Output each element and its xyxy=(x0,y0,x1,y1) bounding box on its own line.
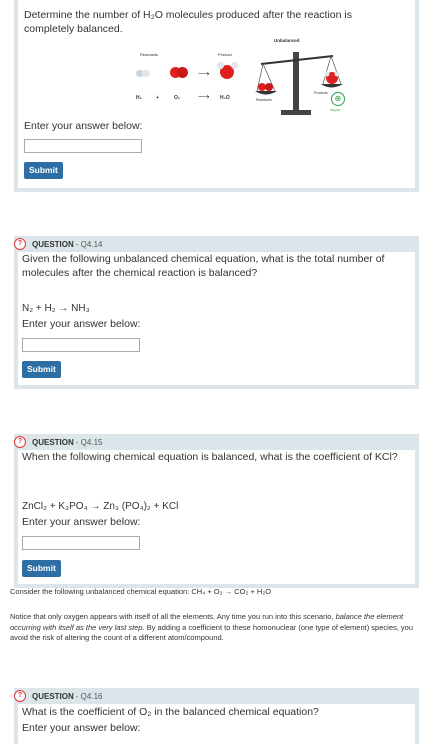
question-title: QUESTION xyxy=(32,691,74,701)
h2-molecule-icon xyxy=(142,70,150,77)
o2-molecule-icon xyxy=(177,67,188,78)
answer-prompt: Enter your answer below: xyxy=(22,722,141,734)
formula-plus: + xyxy=(156,95,159,101)
chemical-equation: ZnCl₂ + K₃PO₄ → Zn₃ (PO₄)₂ + KCl xyxy=(22,501,179,512)
question-number: - Q4.16 xyxy=(75,691,103,701)
formula-h2: H₂ xyxy=(136,95,142,101)
formula-h2o: H₂O xyxy=(220,95,230,101)
submit-button[interactable]: Submit xyxy=(22,560,61,577)
reaction-figure: Reactants Product ⟶ H₂ + O₂ ⟶ H₂O Unbala… xyxy=(118,38,358,148)
note-text: Notice that only oxygen appears with its… xyxy=(10,612,336,621)
note-paragraph: Notice that only oxygen appears with its… xyxy=(10,612,415,644)
answer-input[interactable] xyxy=(24,139,142,153)
question-text: Determine the number of H₂O molecules pr… xyxy=(24,9,352,35)
question-icon: ? xyxy=(14,238,26,250)
product-heading: Product xyxy=(218,52,232,57)
question-icon: ? xyxy=(14,436,26,448)
reactants-pan-label: Reactants xyxy=(256,98,272,102)
answer-input[interactable] xyxy=(22,338,140,352)
question-text: When the following chemical equation is … xyxy=(22,451,398,463)
arrow-icon: ⟶ xyxy=(198,69,210,78)
question-number: - Q4.14 xyxy=(75,239,103,249)
question-icon: ? xyxy=(14,690,26,702)
answer-prompt: Enter your answer below: xyxy=(24,120,143,132)
scale-icon xyxy=(253,46,343,126)
chemical-equation: N₂ + H₂ → NH₃ xyxy=(22,303,90,314)
question-text: What is the coefficient of O₂ in the bal… xyxy=(22,706,319,718)
note-equation: Consider the following unbalanced chemic… xyxy=(10,587,272,596)
question-text: Given the following unbalanced chemical … xyxy=(22,253,385,279)
magnify-button[interactable]: ⊕ xyxy=(331,92,345,106)
unbalanced-heading: Unbalanced xyxy=(274,38,300,43)
submit-button[interactable]: Submit xyxy=(24,162,63,179)
magnify-label: Magnify xyxy=(330,108,341,112)
submit-button[interactable]: Submit xyxy=(22,361,61,378)
question-title: QUESTION xyxy=(32,239,74,249)
answer-input[interactable] xyxy=(22,536,140,550)
answer-prompt: Enter your answer below: xyxy=(22,318,141,330)
question-title: QUESTION xyxy=(32,437,74,447)
question-header: ? QUESTION - Q4.15 xyxy=(14,436,102,448)
answer-prompt: Enter your answer below: xyxy=(22,516,141,528)
h2o-molecule-icon xyxy=(231,62,238,69)
formula-o2: O₂ xyxy=(174,95,181,101)
question-number: - Q4.15 xyxy=(75,437,103,447)
h2o-molecule-icon xyxy=(217,62,224,69)
question-header: ? QUESTION - Q4.16 xyxy=(14,690,102,702)
reactants-heading: Reactants xyxy=(140,52,159,57)
products-pan-label: Products xyxy=(314,91,328,95)
question-card-q4-13: Determine the number of H₂O molecules pr… xyxy=(14,0,419,192)
question-header: ? QUESTION - Q4.14 xyxy=(14,238,102,250)
arrow-icon: ⟶ xyxy=(198,92,210,101)
